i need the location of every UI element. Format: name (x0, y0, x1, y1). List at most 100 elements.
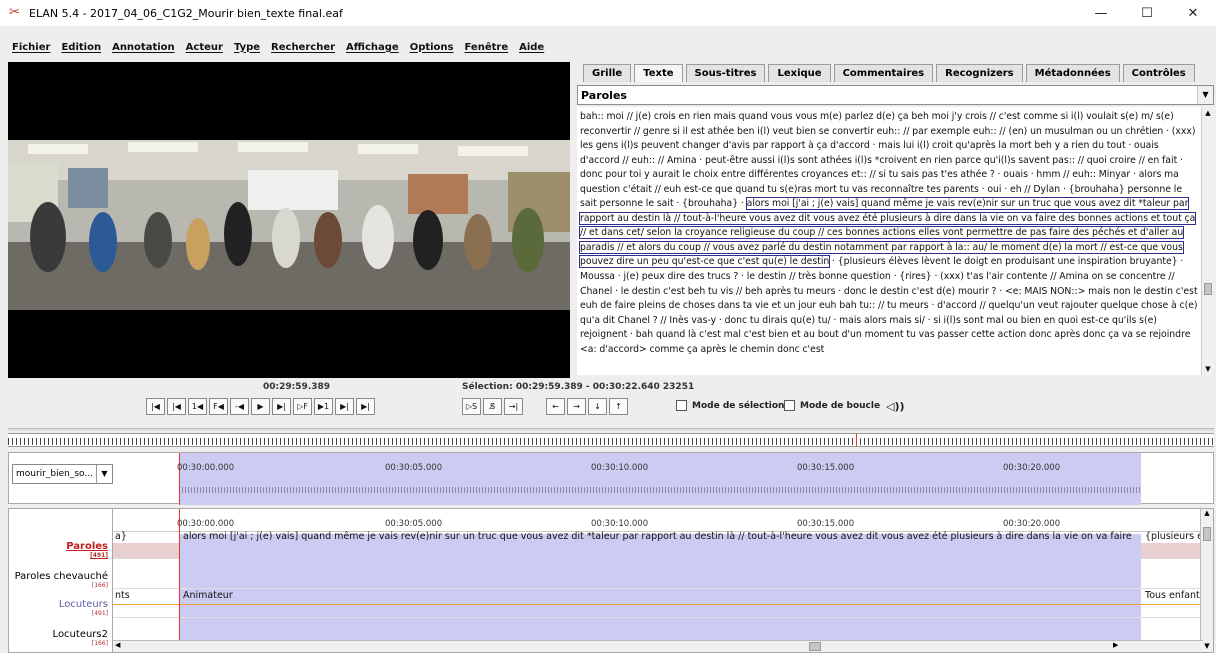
timeline-vscrollbar[interactable]: ▲ ▼ (1200, 509, 1213, 652)
time-label: 00:30:20.000 (1003, 519, 1061, 529)
annotation-down-button[interactable]: ↓ (588, 398, 607, 415)
time-label: 00:30:10.000 (591, 463, 649, 473)
scroll-thumb[interactable] (1203, 527, 1211, 541)
tab-commentaires[interactable]: Commentaires (833, 64, 934, 82)
selection-end-button[interactable]: →| (504, 398, 523, 415)
go-to-end-button[interactable]: ▶| (356, 398, 375, 415)
next-annotation-button[interactable]: → (567, 398, 586, 415)
scroll-thumb[interactable] (809, 642, 821, 651)
tier-select-value: Paroles (581, 89, 627, 102)
go-to-begin-button[interactable]: |◀ (146, 398, 165, 415)
minimize-button[interactable]: — (1078, 0, 1124, 26)
tab-lexique[interactable]: Lexique (768, 64, 831, 82)
tab-metadonnees[interactable]: Métadonnées (1025, 64, 1120, 82)
window-title: ELAN 5.4 - 2017_04_06_C1G2_Mourir bien_t… (29, 6, 343, 20)
chevron-down-icon[interactable]: ▼ (96, 465, 112, 483)
video-player[interactable] (8, 62, 570, 378)
elan-logo-icon: ✂ (9, 5, 20, 20)
annotation-nav-controls: ← → ↓ ↑ (546, 398, 630, 415)
waveform-cursor (179, 453, 180, 505)
next-ms-button[interactable]: ▶| (272, 398, 291, 415)
play-selection-button[interactable]: ▷S (462, 398, 481, 415)
menu-affichage[interactable]: Affichage (346, 42, 399, 53)
waveform-panel[interactable]: mourir_bien_so... ▼ 00:30:00.000 00:30:05… (8, 452, 1214, 505)
maximize-button[interactable]: ☐ (1124, 0, 1170, 26)
time-label: 00:30:05.000 (385, 463, 443, 473)
menu-bar: Fichier Edition Annotation Acteur Type R… (0, 38, 600, 56)
speaker-icon[interactable]: ◁)) (886, 400, 905, 413)
tier-name-locuteurs[interactable]: Locuteurs [491] (59, 599, 108, 617)
overview-ruler[interactable] (8, 433, 1214, 447)
time-label: 00:30:15.000 (797, 463, 855, 473)
waveform (179, 487, 1141, 493)
checkbox-icon[interactable] (676, 400, 687, 411)
menu-rechercher[interactable]: Rechercher (271, 42, 335, 53)
tier-name-paroles[interactable]: Paroles [491] (66, 541, 108, 559)
scroll-left-icon[interactable]: ◀ (115, 641, 120, 649)
tier-content[interactable]: 00:30:00.000 00:30:05.000 00:30:10.000 0… (113, 509, 1201, 652)
mode-boucle-checkbox[interactable]: Mode de boucle (784, 400, 880, 411)
title-bar: ✂ ELAN 5.4 - 2017_04_06_C1G2_Mourir bien… (0, 0, 1216, 26)
close-button[interactable]: ✕ (1170, 0, 1216, 26)
previous-frame-button[interactable]: F◀ (209, 398, 228, 415)
text-viewer[interactable]: bah:: moi // j(e) crois en rien mais qua… (577, 107, 1201, 375)
scroll-up-icon[interactable]: ▲ (1201, 509, 1213, 521)
menu-fichier[interactable]: Fichier (12, 42, 50, 53)
annotation[interactable]: a} (115, 531, 127, 542)
text-scrollbar[interactable]: ▲ ▼ (1201, 107, 1214, 375)
timeline-hscrollbar[interactable]: ◀ ▶ (113, 640, 1203, 652)
tab-texte[interactable]: Texte (634, 64, 683, 82)
tier-name-paroles-chevauche[interactable]: Paroles chevauché [166] (15, 571, 108, 589)
selection-info: Sélection: 00:29:59.389 - 00:30:22.640 2… (462, 382, 695, 392)
annotation-selected[interactable]: alors moi [j'ai ; j(e) vais] quand même … (183, 531, 1141, 542)
menu-type[interactable]: Type (234, 42, 260, 53)
annotation[interactable]: Tous enfant (1145, 590, 1200, 601)
annotation[interactable]: {plusieurs é (1145, 531, 1201, 542)
menu-fenetre[interactable]: Fenêtre (465, 42, 509, 53)
locuteurs2-row (113, 617, 1201, 618)
tier-name-locuteurs2[interactable]: Locuteurs2 [166] (53, 629, 108, 647)
previous-ms-button[interactable]: -◀ (230, 398, 249, 415)
tier-select[interactable]: Paroles ▼ (577, 85, 1214, 105)
next-second-button[interactable]: ▶1 (314, 398, 333, 415)
previous-second-button[interactable]: 1◀ (188, 398, 207, 415)
scroll-right-icon[interactable]: ▶ (1113, 641, 1118, 649)
mode-selection-label: Mode de sélection (692, 400, 785, 411)
time-label: 00:30:05.000 (385, 519, 443, 529)
annotation-up-button[interactable]: ↑ (609, 398, 628, 415)
tab-recognizers[interactable]: Recognizers (936, 64, 1023, 82)
tab-sous-titres[interactable]: Sous-titres (685, 64, 766, 82)
menu-aide[interactable]: Aide (519, 42, 544, 53)
split-divider[interactable] (8, 428, 1214, 431)
previous-scrollview-button[interactable]: |◀ (167, 398, 186, 415)
next-scrollview-button[interactable]: ▶| (335, 398, 354, 415)
annotation[interactable]: nts (115, 590, 130, 601)
scroll-up-icon[interactable]: ▲ (1202, 107, 1214, 119)
previous-annotation-button[interactable]: ← (546, 398, 565, 415)
menu-acteur[interactable]: Acteur (186, 42, 223, 53)
menu-options[interactable]: Options (410, 42, 454, 53)
scroll-down-icon[interactable]: ▼ (1202, 363, 1214, 375)
chevron-down-icon[interactable]: ▼ (1197, 86, 1213, 104)
scroll-thumb[interactable] (1204, 283, 1212, 295)
menu-annotation[interactable]: Annotation (112, 42, 175, 53)
time-label: 00:30:15.000 (797, 519, 855, 529)
tab-controles[interactable]: Contrôles (1122, 64, 1195, 82)
tab-grille[interactable]: Grille (583, 64, 632, 82)
annotation[interactable]: Animateur (183, 590, 233, 601)
checkbox-icon[interactable] (784, 400, 795, 411)
time-label: 00:30:20.000 (1003, 463, 1061, 473)
tier-names: Paroles [491] Paroles chevauché [166] Locu… (9, 509, 113, 652)
timeline-viewer[interactable]: Paroles [491] Paroles chevauché [166] Locu… (8, 508, 1214, 653)
play-button[interactable]: ▶ (251, 398, 270, 415)
viewer-tabs: Grille Texte Sous-titres Lexique Comment… (583, 64, 1198, 82)
overview-cursor (856, 434, 857, 446)
clear-selection-button[interactable]: S̸ (483, 398, 502, 415)
timeline-cursor (179, 509, 180, 652)
text-before: bah:: moi // j(e) crois en rien mais qua… (580, 111, 1196, 210)
media-select[interactable]: mourir_bien_so... ▼ (12, 464, 113, 484)
menu-edition[interactable]: Edition (61, 42, 101, 53)
next-frame-button[interactable]: ▷F (293, 398, 312, 415)
mode-selection-checkbox[interactable]: Mode de sélection (676, 400, 784, 411)
mode-boucle-label: Mode de boucle (800, 400, 881, 411)
